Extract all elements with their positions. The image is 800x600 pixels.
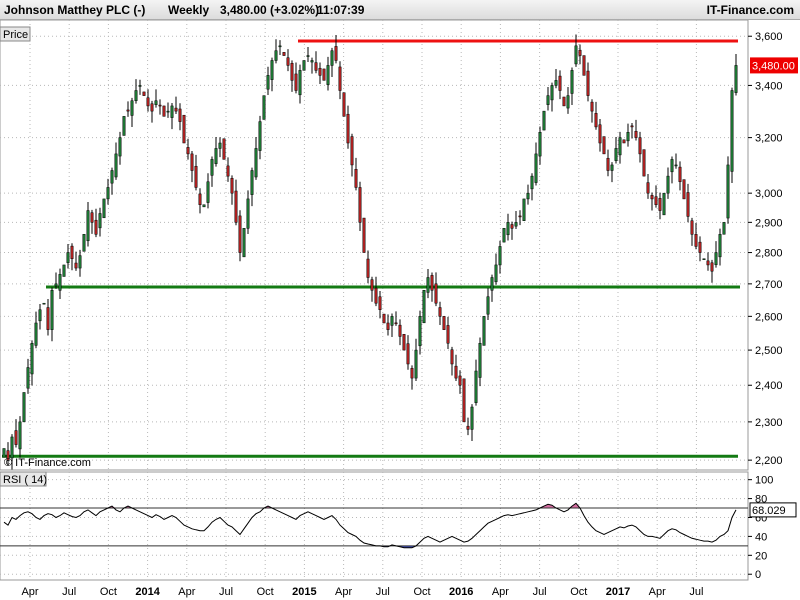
- price-tick-label: 3,200: [755, 133, 783, 145]
- rsi-tick-label: 20: [755, 550, 767, 562]
- chart-area[interactable]: 2,200 2,300 2,400 2,500 2,600 2,700 2,800 2,900…: [0, 20, 800, 600]
- candle: [522, 198, 526, 221]
- x-tick-label: Apr: [178, 586, 195, 598]
- candle: [282, 52, 286, 56]
- instrument-name: Johnson Matthey PLC (-): [4, 3, 146, 17]
- price-tick-label: 3,600: [755, 31, 783, 43]
- period-label[interactable]: Weekly: [168, 3, 209, 17]
- candle: [602, 136, 606, 155]
- candle: [702, 258, 706, 260]
- x-tick-label: Jul: [533, 586, 547, 598]
- x-tick-label: Oct: [413, 586, 430, 598]
- candle: [62, 264, 66, 277]
- candle: [122, 116, 126, 136]
- price-tick-label: 2,600: [755, 311, 783, 323]
- rsi-last-value: 68.029: [752, 505, 786, 517]
- rsi-tick-label: 100: [755, 475, 773, 487]
- price-tick-label: 2,700: [755, 279, 783, 291]
- candle: [162, 105, 166, 117]
- candle: [342, 92, 346, 117]
- candle: [642, 149, 646, 177]
- x-tick-label: Jul: [376, 586, 390, 598]
- rsi-y-axis: 020406080100: [748, 475, 773, 581]
- candle: [462, 378, 466, 423]
- candle: [202, 204, 206, 208]
- rsi-tick-label: 40: [755, 531, 767, 543]
- price-y-axis: 2,200 2,300 2,400 2,500 2,600 2,700 2,800 2,900…: [748, 31, 783, 467]
- x-axis: Apr Jul Oct 2014 Apr Jul Oct 2015 Apr Jul Oct 2016 A…: [21, 586, 703, 598]
- x-tick-label: Oct: [257, 586, 274, 598]
- x-tick-label: Apr: [335, 586, 352, 598]
- candle: [582, 55, 586, 76]
- candle: [682, 179, 686, 200]
- title-bar: Johnson Matthey PLC (-) Weekly 3,480.00 …: [0, 0, 800, 20]
- brand-label: IT-Finance.com: [706, 3, 794, 17]
- candle: [722, 222, 726, 235]
- x-tick-label: Jul: [219, 586, 233, 598]
- candle: [142, 91, 146, 96]
- copyright-watermark: © IT-Finance.com: [4, 457, 91, 469]
- price-plot-area[interactable]: [0, 20, 749, 471]
- candle: [726, 156, 730, 224]
- x-tick-label: 2017: [606, 586, 630, 598]
- x-tick-label: Apr: [21, 586, 38, 598]
- price-tick-label: 2,900: [755, 217, 783, 229]
- price-tick-label: 2,200: [755, 455, 783, 467]
- price-panel-label: Price: [3, 29, 28, 41]
- candle: [102, 198, 106, 219]
- candle: [362, 217, 366, 253]
- x-tick-label: 2014: [135, 586, 160, 598]
- x-tick-label: Jul: [62, 586, 76, 598]
- price-tick-label: 2,300: [755, 417, 783, 429]
- price-tick-label: 2,500: [755, 345, 783, 357]
- candle: [42, 302, 46, 305]
- candle: [182, 114, 186, 144]
- rsi-panel-label: RSI ( 14): [3, 474, 47, 486]
- candle: [442, 316, 446, 330]
- candle: [542, 110, 546, 131]
- x-tick-label: Apr: [492, 586, 509, 598]
- x-tick-label: Oct: [100, 586, 117, 598]
- candle: [222, 138, 226, 160]
- x-tick-label: 2016: [449, 586, 473, 598]
- candle: [422, 290, 426, 324]
- candle: [22, 392, 26, 423]
- x-tick-label: 2015: [292, 586, 316, 598]
- candle: [622, 139, 626, 144]
- price-tick-label: 3,000: [755, 188, 783, 200]
- candle: [482, 316, 486, 346]
- candle: [730, 87, 734, 183]
- price-tick-label: 2,400: [755, 380, 783, 392]
- x-tick-label: Jul: [689, 586, 703, 598]
- candle: [262, 95, 266, 120]
- candle: [2, 448, 6, 458]
- candle: [502, 228, 506, 243]
- candle: [382, 313, 386, 324]
- x-tick-label: Apr: [649, 586, 666, 598]
- candle: [82, 234, 86, 252]
- last-quote: 3,480.00 (+3.02%): [220, 3, 320, 17]
- candle: [322, 68, 326, 81]
- last-price-label: 3,480.00: [752, 60, 795, 72]
- candle: [302, 60, 306, 71]
- candle: [662, 192, 666, 216]
- candle: [242, 228, 246, 258]
- quote-time: 11:07:39: [317, 3, 365, 17]
- rsi-plot-area[interactable]: [0, 471, 749, 581]
- candle: [402, 334, 406, 351]
- price-tick-label: 2,800: [755, 248, 783, 260]
- rsi-tick-label: 0: [755, 569, 761, 581]
- price-tick-label: 3,400: [755, 80, 783, 92]
- candle: [562, 96, 566, 107]
- x-tick-label: Oct: [570, 586, 587, 598]
